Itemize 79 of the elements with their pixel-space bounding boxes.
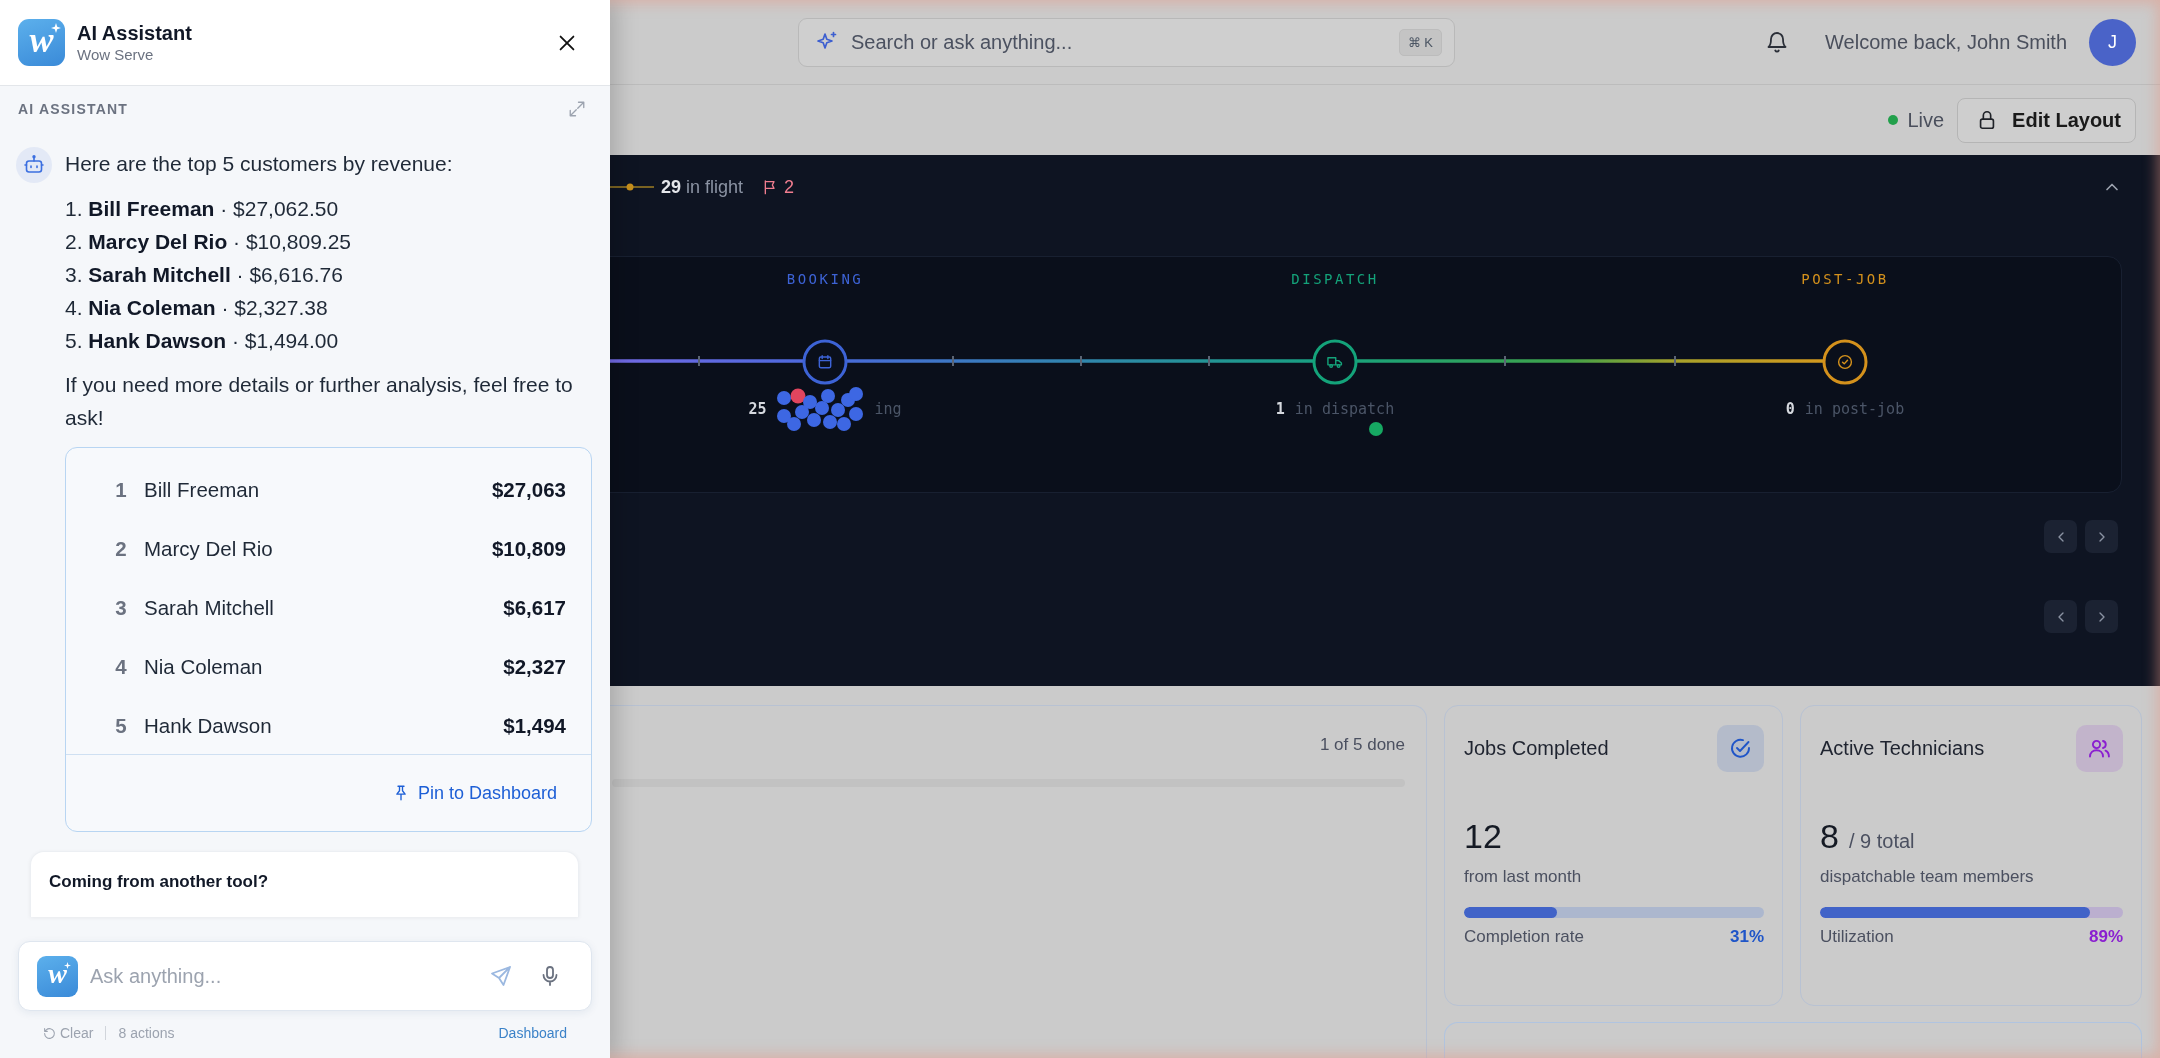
pin-button[interactable]: Pin to Dashboard xyxy=(383,778,565,808)
status-label: Live xyxy=(1907,108,1945,132)
message-text: Here are the top 5 customers by revenue: xyxy=(65,151,454,177)
next-button[interactable] xyxy=(2085,520,2118,553)
list-item: 4. Nia Coleman · $2,327.38 xyxy=(65,295,328,321)
stage-caption: in post-job xyxy=(1804,400,1905,418)
panel-subtitle: Wow Serve xyxy=(77,44,154,65)
welcome-text: Welcome back, John Smith xyxy=(1825,30,2067,54)
stage-count: 0 xyxy=(1785,400,1795,418)
search-field[interactable]: Search or ask anything... ⌘ K xyxy=(798,17,1455,67)
revenue-amount: $27,063 xyxy=(491,477,566,503)
shortcut-hint: ⌘ K xyxy=(1398,28,1442,56)
revenue-amount: $1,494 xyxy=(503,713,566,739)
robot-icon xyxy=(16,147,52,183)
stage-label: DISPATCH xyxy=(1291,270,1379,289)
card-title: Jobs Completed xyxy=(1464,737,1609,760)
revenue-amount: $2,327 xyxy=(503,654,566,680)
previous-button[interactable] xyxy=(2044,600,2077,633)
rank-number: 2 xyxy=(114,536,128,562)
stat-caption: dispatchable team members xyxy=(1820,867,2035,887)
tip-title: Coming from another tool? xyxy=(49,872,269,891)
card-title: Active Technicians xyxy=(1820,737,1985,760)
customer-name: Sarah Mitchell xyxy=(144,595,275,621)
truck-icon xyxy=(1312,339,1358,385)
metric-percent: 31% xyxy=(1729,927,1764,947)
progress-status: 1 of 5 done xyxy=(1319,734,1405,756)
undo-icon xyxy=(43,1026,56,1040)
search-input[interactable]: Search or ask anything... xyxy=(851,30,1387,54)
customer-name: Marcy Del Rio xyxy=(144,536,274,562)
chat-input-field[interactable]: w Ask anything... xyxy=(18,941,592,1011)
rank-number: 5 xyxy=(114,713,128,739)
rank-number: 4 xyxy=(114,654,128,680)
clear-button[interactable]: Clear xyxy=(43,1025,94,1041)
user-avatar[interactable]: J xyxy=(2089,18,2136,66)
sparkle-icon xyxy=(64,961,71,969)
metric-label: Utilization xyxy=(1820,927,1894,947)
action-count: 8 actions xyxy=(118,1025,175,1041)
stage-label: POST-JOB xyxy=(1801,270,1889,289)
list-item: 2. Marcy Del Rio · $10,809.25 xyxy=(65,229,351,255)
list-item: 5. Hank Dawson · $1,494.00 xyxy=(65,328,339,354)
stage-count: 1 xyxy=(1275,400,1285,418)
users-icon xyxy=(2076,725,2123,772)
calendar-icon xyxy=(802,339,848,385)
stage-caption: ing xyxy=(874,400,902,418)
metric-label: Completion rate xyxy=(1464,927,1584,947)
edit-layout-button[interactable]: Edit Layout xyxy=(1957,97,2136,143)
logo-letter: w xyxy=(48,960,67,988)
legend-line-icon xyxy=(610,182,654,192)
list-item: 1. Bill Freeman · $27,062.50 xyxy=(65,196,339,222)
send-icon[interactable] xyxy=(489,964,513,988)
message-text: If you need more details or further analysis, feel free to ask! xyxy=(65,372,574,431)
list-item: 3. Sarah Mitchell · $6,616.76 xyxy=(65,262,343,288)
panel-title: AI Assistant xyxy=(77,20,192,45)
revenue-amount: $6,617 xyxy=(503,595,566,621)
rank-number: 3 xyxy=(114,595,128,621)
dashboard-link[interactable]: Dashboard xyxy=(498,1025,567,1041)
flag-count: 2 xyxy=(784,176,795,198)
stat-value: 8 xyxy=(1820,816,1839,856)
customer-name: Bill Freeman xyxy=(144,477,261,503)
customer-name: Hank Dawson xyxy=(144,713,273,739)
stat-value: 12 xyxy=(1464,816,1502,856)
stage-count: 25 xyxy=(748,400,767,418)
next-button[interactable] xyxy=(2085,600,2118,633)
logo-letter: w xyxy=(29,21,54,58)
message-input[interactable]: Ask anything... xyxy=(90,964,477,988)
stat-caption: from last month xyxy=(1464,867,1583,887)
sparkle-icon xyxy=(51,23,61,33)
revenue-amount: $10,809 xyxy=(491,536,566,562)
stage-caption: in dispatch xyxy=(1294,400,1395,418)
customer-name: Nia Coleman xyxy=(144,654,264,680)
in-flight-count: 29 in flight xyxy=(661,176,744,198)
metric-percent: 89% xyxy=(2088,927,2123,947)
stage-label: BOOKING xyxy=(786,270,864,289)
rank-number: 1 xyxy=(114,477,128,503)
stat-total: / 9 total xyxy=(1848,829,1915,854)
expand-icon[interactable] xyxy=(568,100,586,118)
section-label: AI ASSISTANT xyxy=(18,101,129,117)
previous-button[interactable] xyxy=(2044,520,2077,553)
check-circle-icon xyxy=(1822,339,1868,385)
